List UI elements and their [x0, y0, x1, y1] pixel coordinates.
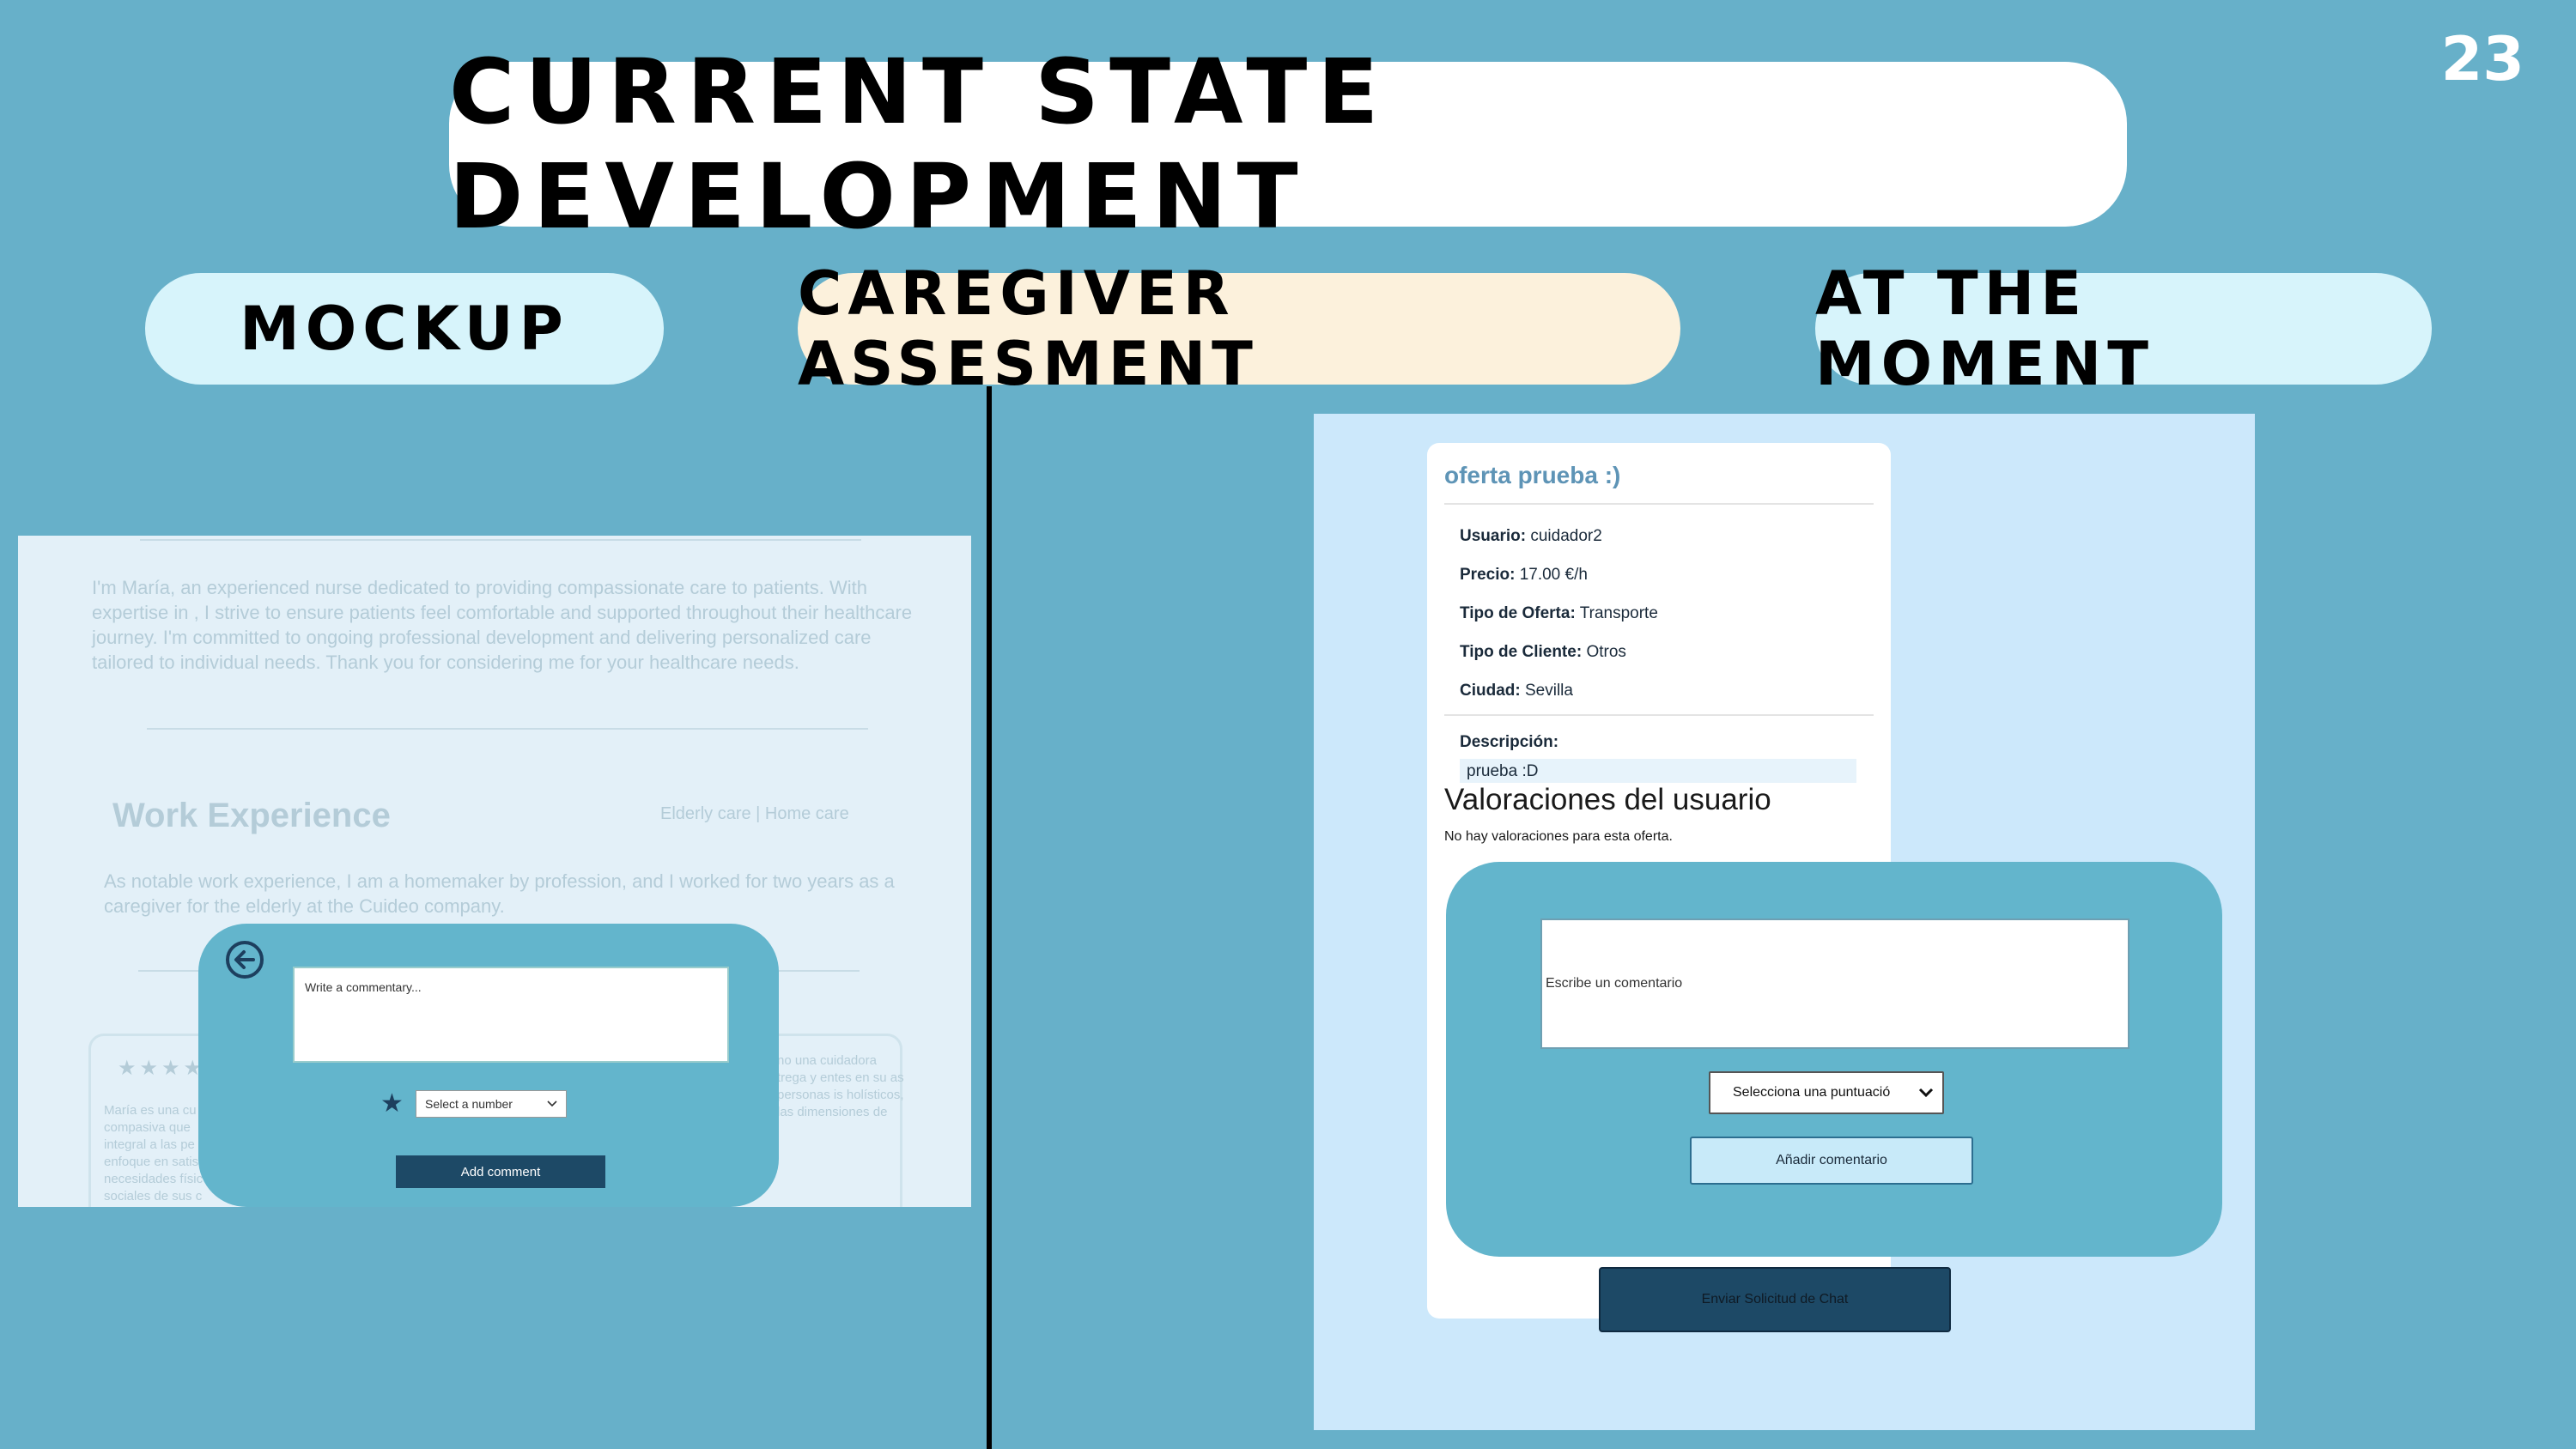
field-label: Tipo de Cliente: — [1460, 643, 1583, 661]
mockup-label: MOCKUP — [145, 273, 664, 385]
vertical-divider — [987, 386, 992, 1449]
ratings-heading: Valoraciones del usuario — [1444, 783, 1771, 816]
add-comment-button[interactable]: Añadir comentario — [1690, 1137, 1973, 1185]
mock-rating-select[interactable]: Select a number — [416, 1090, 567, 1118]
field-ciudad: Ciudad: Sevilla — [1460, 682, 1573, 700]
work-experience-heading: Work Experience — [112, 797, 391, 834]
field-value: Transporte — [1579, 604, 1658, 622]
field-label: Precio: — [1460, 566, 1516, 584]
description-value: prueba :D — [1460, 759, 1856, 783]
review-stars: ★★★★ — [118, 1057, 206, 1080]
review-text-right: no una cuidadora trega y entes en su as … — [777, 1053, 904, 1119]
chevron-down-icon — [1918, 1088, 1934, 1098]
mockup-screenshot: I'm María, an experienced nurse dedicate… — [18, 536, 971, 1207]
slide-title: CURRENT STATE DEVELOPMENT — [449, 39, 1389, 249]
chat-request-button[interactable]: Enviar Solicitud de Chat — [1599, 1267, 1951, 1332]
current-app-screenshot: oferta prueba :) Usuario: cuidador2 Prec… — [1314, 414, 2255, 1430]
comment-panel: Escribe un comentario Selecciona una pun… — [1446, 862, 2222, 1257]
chevron-down-icon — [547, 1100, 557, 1107]
back-arrow-icon[interactable] — [224, 939, 265, 980]
mock-comment-modal: Write a commentary... ★ Select a number … — [198, 924, 779, 1207]
mock-rating-select-value: Select a number — [425, 1097, 513, 1111]
star-icon: ★ — [380, 1089, 404, 1118]
field-label: Tipo de Oferta: — [1460, 604, 1576, 622]
page-number: 23 — [2440, 24, 2524, 94]
mock-comment-input[interactable]: Write a commentary... — [293, 967, 729, 1063]
field-value: Otros — [1586, 643, 1626, 661]
field-value: 17.00 €/h — [1519, 566, 1588, 584]
description-label: Descripción: — [1460, 733, 1558, 752]
divider-line — [1444, 714, 1874, 716]
field-usuario: Usuario: cuidador2 — [1460, 527, 1602, 546]
rating-select-value: Selecciona una puntuació — [1733, 1085, 1891, 1100]
rating-select[interactable]: Selecciona una puntuació — [1709, 1071, 1944, 1114]
at-the-moment-label: AT THE MOMENT — [1815, 258, 2432, 399]
caregiver-assessment-label: CAREGIVER ASSESMENT — [798, 258, 1680, 399]
work-experience-text: As notable work experience, I am a homem… — [104, 870, 895, 917]
profile-intro-text: I'm María, an experienced nurse dedicate… — [92, 577, 913, 673]
field-precio: Precio: 17.00 €/h — [1460, 566, 1588, 585]
field-value: cuidador2 — [1530, 527, 1602, 545]
field-label: Ciudad: — [1460, 682, 1521, 700]
field-label: Usuario: — [1460, 527, 1527, 545]
work-experience-tags: Elderly care | Home care — [660, 804, 849, 823]
divider-line — [140, 539, 861, 541]
field-tipo-cliente: Tipo de Cliente: Otros — [1460, 643, 1626, 662]
ratings-empty-text: No hay valoraciones para esta oferta. — [1444, 829, 1673, 844]
description-label-text: Descripción: — [1460, 733, 1559, 751]
comment-input[interactable]: Escribe un comentario — [1540, 919, 2129, 1049]
field-value: Sevilla — [1525, 682, 1573, 700]
divider-line — [147, 728, 868, 730]
offer-title: oferta prueba :) — [1444, 462, 1621, 488]
slide-title-pill: CURRENT STATE DEVELOPMENT — [449, 39, 2127, 249]
field-tipo-oferta: Tipo de Oferta: Transporte — [1460, 604, 1658, 623]
mock-add-comment-button[interactable]: Add comment — [396, 1155, 605, 1188]
divider-line — [1444, 503, 1874, 505]
